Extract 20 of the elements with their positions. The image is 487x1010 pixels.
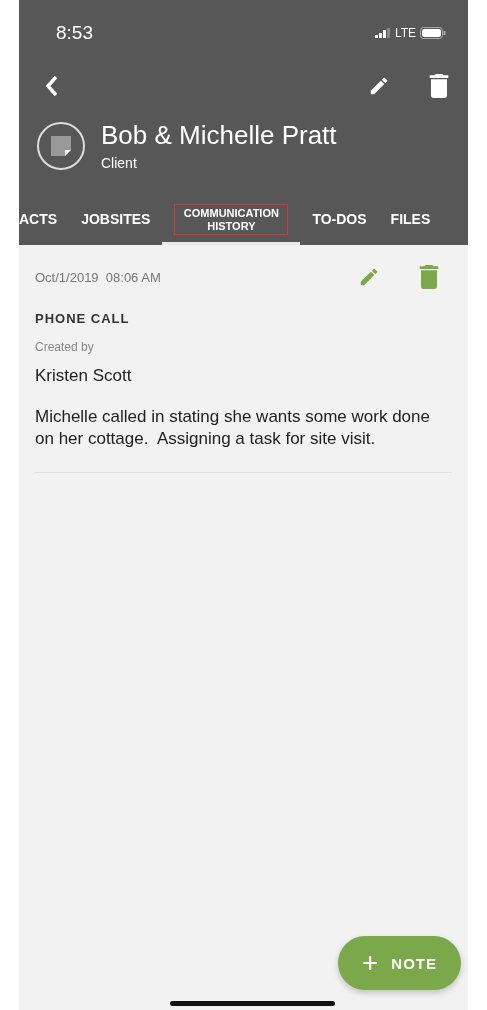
battery-icon — [420, 27, 446, 39]
pencil-icon — [368, 75, 390, 97]
status-time: 8:53 — [56, 22, 93, 44]
network-label: LTE — [394, 26, 416, 40]
created-by-label: Created by — [35, 340, 95, 354]
entry-timestamp: Oct/1/2019 08:06 AM — [35, 269, 161, 285]
client-name: Bob & Michelle Pratt — [101, 120, 337, 151]
trash-icon — [418, 265, 440, 289]
client-type: Client — [101, 155, 138, 171]
entry-type: PHONE CALL — [35, 311, 131, 326]
avatar-icon — [37, 121, 85, 170]
entry-message: Michelle called in stating she wants some work done on her cottage. Assigning a task for site visit. — [35, 406, 431, 451]
tab[interactable]: JOBSITES — [69, 197, 163, 245]
entry-author: Kristen Scott — [35, 366, 133, 386]
pencil-icon — [358, 266, 380, 288]
tab[interactable]: FILES — [378, 197, 443, 245]
trash-icon — [428, 74, 450, 98]
tab[interactable]: TO-DOS — [300, 197, 379, 245]
tab[interactable]: ACTS — [19, 197, 70, 245]
signal-icon — [374, 28, 391, 38]
